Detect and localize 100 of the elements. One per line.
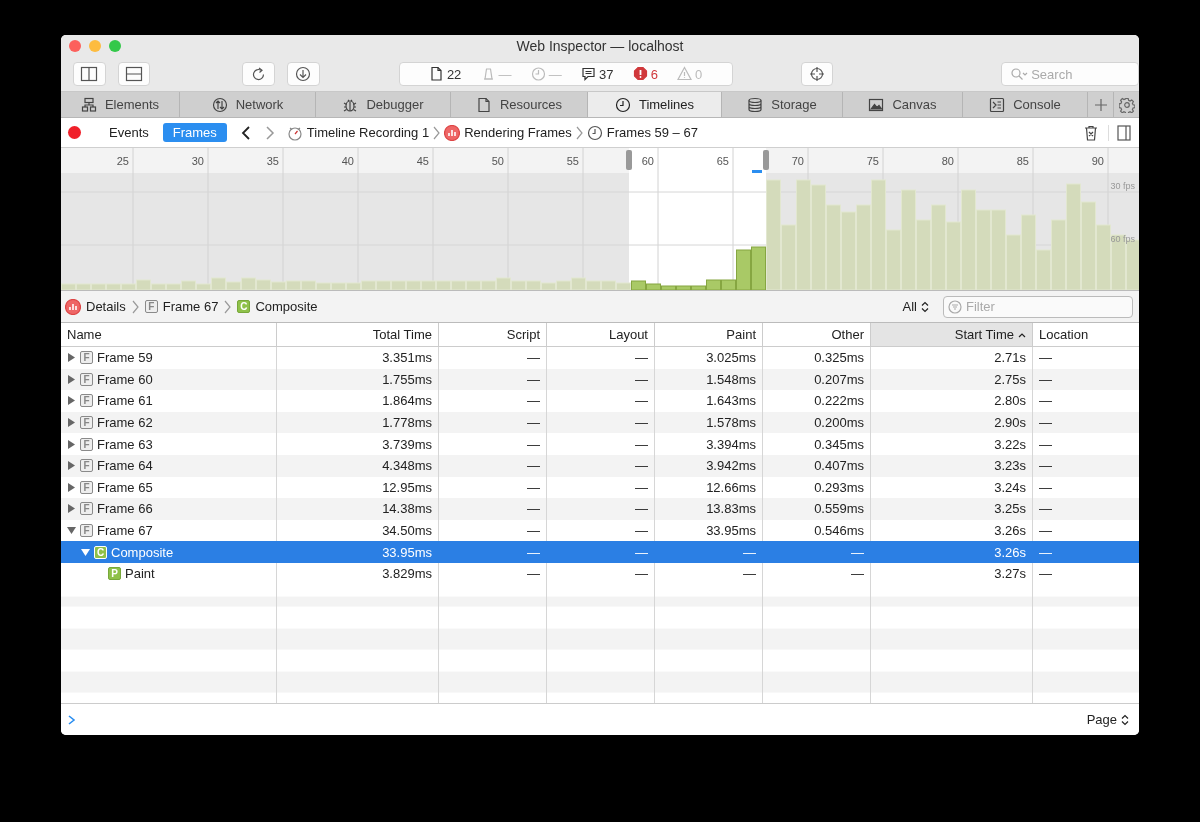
table-cell: — [1032,368,1139,391]
column-header[interactable]: Location [1032,323,1139,346]
table-cell: 0.325ms [762,347,870,369]
table-row[interactable]: C Composite 33.95ms — — — — 3.26s — [61,541,1139,563]
disclosure-triangle-icon[interactable] [67,482,76,492]
tab[interactable]: Canvas [843,92,963,117]
execution-context-select[interactable]: Page [1086,712,1129,727]
table-row[interactable]: F Frame 64 4.348ms — — 3.942ms 0.407ms 3.23s — [61,454,1139,477]
row-name: Frame 61 [97,393,153,409]
column-header[interactable]: Layout [546,323,654,346]
frame-type-icon: F [80,459,93,473]
table-cell: — [1032,433,1139,455]
table-row[interactable]: F Frame 62 1.778ms — — 1.578ms 0.200ms 2.90s — [61,411,1139,434]
dashboard-count: 0 [695,66,703,82]
table-cell: — [762,562,870,585]
dashboard-count: 22 [446,66,462,82]
table-cell: 0.559ms [762,498,870,520]
tab[interactable]: Elements [61,92,180,117]
back-icon[interactable] [240,125,251,140]
selection-handle[interactable] [763,150,769,170]
disclosure-triangle-icon[interactable] [67,418,76,428]
split-horizontal-button[interactable] [117,62,151,86]
ruler-label: 80 [940,155,954,167]
table-cell: — [546,347,654,369]
database-icon [747,96,764,113]
table-row[interactable]: F Frame 66 14.38ms — — 13.83ms 0.559ms 3.25s — [61,498,1139,520]
reload-button[interactable] [242,62,275,86]
table-cell: 3.351ms [276,347,438,369]
column-header[interactable]: Paint [654,323,762,346]
ruler-label: 55 [565,155,579,167]
download-button[interactable] [287,62,320,86]
table-row[interactable]: F Frame 60 1.755ms — — 1.548ms 0.207ms 2.75s — [61,368,1139,391]
disclosure-triangle-icon[interactable] [67,504,76,514]
column-header[interactable]: Name [61,323,276,346]
table-row[interactable]: F Frame 63 3.739ms — — 3.394ms 0.345ms 3.22s — [61,433,1139,455]
crosshair-icon [807,66,826,82]
composite-type-icon: C [94,545,107,559]
ruler-label: 85 [1015,155,1029,167]
table-cell: 1.778ms [276,411,438,434]
table-row[interactable]: F Frame 61 1.864ms — — 1.643ms 0.222ms 2.80s — [61,390,1139,412]
disclosure-triangle-icon[interactable] [67,374,76,384]
split-vertical-button[interactable] [73,62,106,86]
composite-type-icon: C [237,300,251,313]
disclosure-triangle-icon[interactable] [67,526,76,536]
tab[interactable]: Console [963,92,1088,117]
breadcrumb-item[interactable]: Frames 59 – 67 [586,124,698,141]
scope-select[interactable]: All [902,299,929,314]
paint-type-icon: P [108,567,121,581]
breadcrumb-separator-icon [433,125,441,140]
selection-handle[interactable] [626,150,632,170]
breadcrumb-item[interactable]: Rendering Frames [444,124,572,141]
breadcrumb-separator-icon [575,125,583,140]
table-row[interactable]: F Frame 59 3.351ms — — 3.025ms 0.325ms 2.71s — [61,347,1139,369]
clock-icon [614,96,631,113]
search-icon [1010,67,1029,81]
image-icon [868,96,885,113]
breadcrumb-item[interactable]: Timeline Recording 1 [286,124,430,141]
breadcrumb-item[interactable]: C Composite [237,299,318,314]
row-name: Frame 67 [97,523,153,539]
table-cell: — [546,390,654,412]
table-cell: 0.345ms [762,433,870,455]
tab[interactable]: Storage [722,92,843,117]
ruler-label: 70 [790,155,804,167]
disclosure-triangle-icon[interactable] [81,547,90,557]
tab[interactable]: Debugger [316,92,451,117]
table-cell: 3.25s [870,498,1032,520]
table-cell: 13.83ms [654,498,762,520]
disclosure-triangle-icon[interactable] [67,439,76,449]
mode-toggle[interactable]: Events [99,123,159,142]
sidebar-toggle-icon[interactable] [1108,124,1131,141]
tab[interactable]: Timelines [588,92,722,117]
table-cell: — [546,454,654,477]
table-row[interactable]: P Paint 3.829ms — — — — 3.27s — [61,562,1139,585]
table-cell: 3.22s [870,433,1032,455]
disclosure-triangle-icon[interactable] [67,353,76,363]
column-header[interactable]: Script [438,323,546,346]
disclosure-triangle-icon[interactable] [67,461,76,471]
breadcrumb-item[interactable]: Details [65,298,126,315]
ruler-label: 30 [190,155,204,167]
trash-icon[interactable] [1084,124,1098,141]
row-name: Frame 59 [97,350,153,366]
updown-icon [921,300,929,313]
record-button[interactable] [68,126,81,139]
forward-icon[interactable] [264,125,275,140]
dashboard-count: — [548,66,562,82]
disclosure-triangle-icon[interactable] [67,396,76,406]
table-cell: — [1032,390,1139,412]
breadcrumb-item[interactable]: F Frame 67 [144,299,219,314]
crosshair-button[interactable] [800,62,834,86]
tab[interactable]: Network [180,92,316,117]
table-cell: 0.407ms [762,454,870,477]
table-cell: — [546,368,654,391]
column-header[interactable]: Start Time [870,323,1032,346]
table-cell: — [1032,411,1139,434]
row-name: Frame 62 [97,415,153,431]
filter-icon [948,299,962,314]
console-prompt-icon[interactable] [68,714,76,725]
column-header[interactable]: Total Time [276,323,438,346]
table-cell: — [546,433,654,455]
table-cell: 3.394ms [654,433,762,455]
